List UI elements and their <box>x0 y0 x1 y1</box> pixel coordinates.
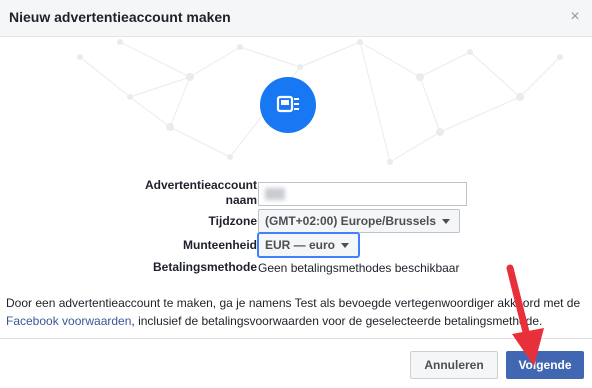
timezone-value: (GMT+02:00) Europe/Brussels <box>265 214 437 228</box>
create-ad-account-dialog: Nieuw advertentieaccount maken × Adverte… <box>0 0 592 388</box>
currency-select[interactable]: EUR — euro <box>258 233 359 257</box>
terms-text-after: , inclusief de betalingsvoorwaarden voor… <box>131 314 543 328</box>
timezone-label: Tijdzone <box>208 214 257 228</box>
ad-account-icon <box>260 77 316 133</box>
chevron-down-icon <box>341 243 350 249</box>
payment-value: Geen betalingsmethodes beschikbaar <box>258 261 460 275</box>
currency-label: Munteenheid <box>183 238 257 252</box>
name-label-line2: naam <box>225 193 257 207</box>
name-label: Advertentieaccount naam <box>130 178 257 208</box>
chevron-down-icon <box>442 219 451 225</box>
account-name-input[interactable] <box>258 182 467 206</box>
red-arrow-icon <box>506 264 544 366</box>
currency-value: EUR — euro <box>265 238 336 252</box>
facebook-terms-link[interactable]: Facebook voorwaarden <box>6 314 131 328</box>
dialog-title: Nieuw advertentieaccount maken <box>9 9 231 25</box>
close-icon[interactable]: × <box>568 9 582 25</box>
payment-label: Betalingsmethode <box>152 260 257 274</box>
dialog-header: Nieuw advertentieaccount maken × <box>0 0 592 37</box>
cancel-button[interactable]: Annuleren <box>410 351 498 379</box>
timezone-select[interactable]: (GMT+02:00) Europe/Brussels <box>258 209 460 233</box>
redacted-name <box>265 188 285 200</box>
name-label-line1: Advertentieaccount <box>144 178 257 192</box>
